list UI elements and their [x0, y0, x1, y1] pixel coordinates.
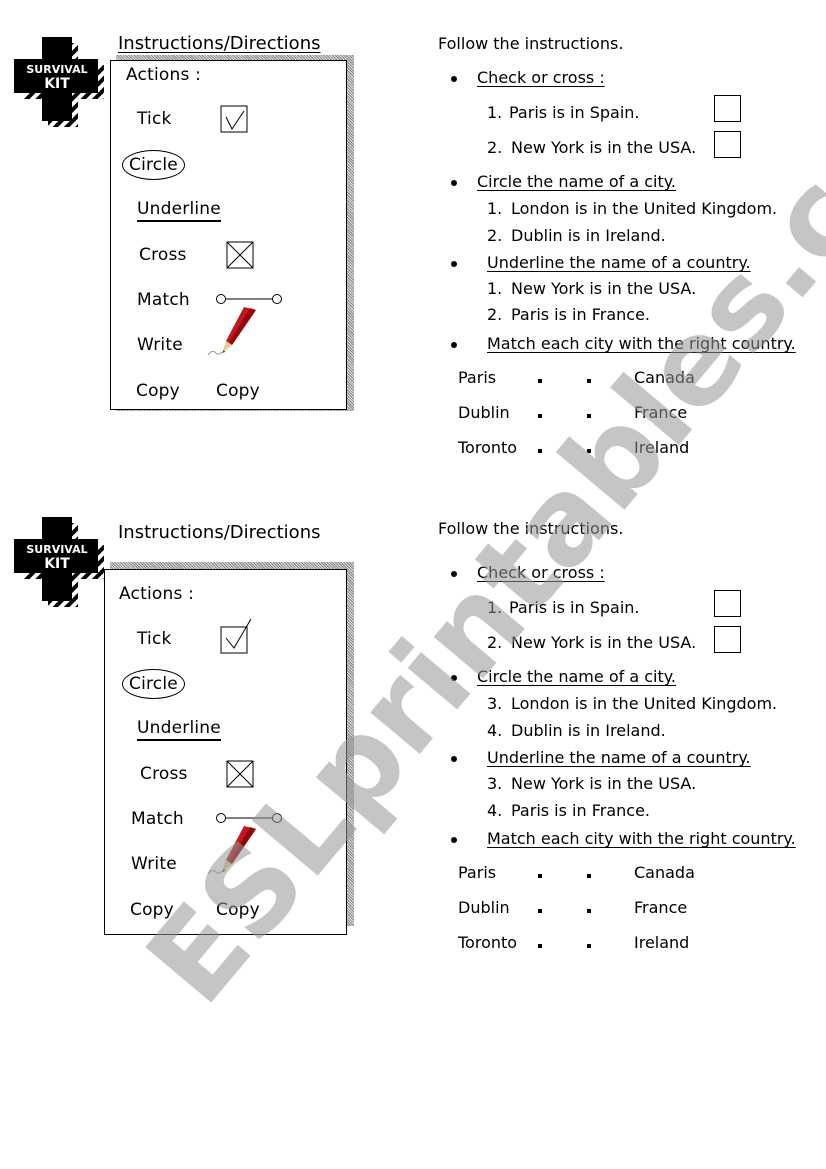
match-dot[interactable] — [538, 909, 542, 913]
section-heading-underline: Underline the name of a country. — [487, 748, 751, 767]
tick-box-icon — [220, 618, 252, 654]
survival-kit-logo: SURVIVAL KIT — [14, 517, 104, 607]
answer-checkbox-2[interactable] — [714, 626, 741, 653]
match-country: Ireland — [634, 933, 690, 952]
list-item-text: Paris is in France. — [511, 801, 651, 820]
match-dot[interactable] — [538, 944, 542, 948]
match-city: Paris — [458, 863, 497, 882]
list-item-number: 4. — [487, 801, 503, 820]
action-underline-label: Underline — [137, 718, 221, 741]
action-cross-label: Cross — [140, 764, 188, 784]
match-city: Dublin — [458, 898, 510, 917]
list-item-text: Paris is in Spain. — [509, 598, 640, 617]
match-dot[interactable] — [587, 874, 591, 878]
action-circle-label: Circle — [122, 669, 185, 699]
match-dot[interactable] — [538, 874, 542, 878]
list-item-text: Dublin is in Ireland. — [511, 721, 666, 740]
list-item-text: New York is in the USA. — [511, 633, 697, 652]
bullet — [451, 571, 457, 577]
action-copy-label-2: Copy — [216, 900, 260, 920]
action-tick-label: Tick — [137, 629, 172, 649]
list-item-text: London is in the United Kingdom. — [511, 694, 778, 713]
svg-text:KIT: KIT — [44, 556, 70, 572]
list-item-number: 3. — [487, 774, 503, 793]
match-dot[interactable] — [587, 909, 591, 913]
list-item-number: 2. — [487, 633, 503, 652]
section-heading-circle: Circle the name of a city. — [477, 667, 677, 686]
action-write-label: Write — [131, 854, 177, 874]
follow-instructions: Follow the instructions. — [438, 519, 624, 538]
worksheet-2: SURVIVAL KIT Instructions/Directions Act… — [0, 0, 826, 980]
list-item-number: 3. — [487, 694, 503, 713]
list-item-text: New York is in the USA. — [511, 774, 697, 793]
answer-checkbox-1[interactable] — [714, 590, 741, 617]
match-country: France — [634, 898, 688, 917]
panel-title: Instructions/Directions — [118, 522, 321, 543]
match-line-icon — [216, 813, 282, 823]
action-copy-label-1: Copy — [130, 900, 174, 920]
bullet — [451, 837, 457, 843]
bullet — [451, 756, 457, 762]
bullet — [451, 675, 457, 681]
action-match-label: Match — [131, 809, 184, 829]
match-city: Toronto — [458, 933, 518, 952]
cross-box-icon — [226, 760, 254, 788]
svg-text:SURVIVAL: SURVIVAL — [26, 543, 87, 556]
section-heading-match: Match each city with the right country. — [487, 829, 796, 848]
match-country: Canada — [634, 863, 695, 882]
pencil-icon — [207, 826, 256, 875]
list-item-number: 1. — [487, 598, 503, 617]
match-dot[interactable] — [587, 944, 591, 948]
actions-label: Actions : — [119, 584, 195, 604]
section-heading-check: Check or cross : — [477, 563, 605, 582]
list-item-number: 4. — [487, 721, 503, 740]
